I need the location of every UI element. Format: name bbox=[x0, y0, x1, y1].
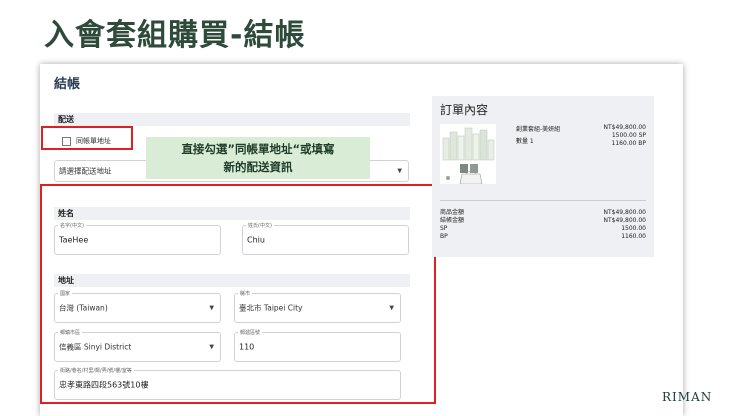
totals-values: NT$49,800.00 NT$49,800.00 1500.00 1160.0… bbox=[603, 209, 646, 241]
total-value: NT$49,800.00 bbox=[603, 209, 646, 216]
product-prices: NT$49,800.00 1500.00 SP 1160.00 BP bbox=[603, 124, 646, 148]
product-sp: 1500.00 SP bbox=[611, 132, 646, 139]
summary-divider bbox=[440, 200, 646, 201]
instruction-callout: 直接勾選”同帳單地址“或填寫 新的配送資訊 bbox=[146, 137, 370, 179]
product-set-image bbox=[440, 124, 496, 184]
product-price: NT$49,800.00 bbox=[603, 124, 646, 131]
page-heading: 結帳 bbox=[54, 77, 81, 92]
total-label: BP bbox=[440, 233, 448, 240]
highlight-form-box bbox=[40, 184, 436, 404]
total-value: NT$49,800.00 bbox=[603, 217, 646, 224]
callout-line-2: 新的配送資訊 bbox=[223, 160, 293, 174]
product-name: 創業套組-美妍組 bbox=[516, 126, 561, 133]
checkout-screen: 結帳 配送 同帳單地址 請選擇配送地址 ▼ 直接勾選”同帳單地址“或填寫 新的配… bbox=[40, 64, 683, 416]
total-value: 1500.00 bbox=[621, 225, 646, 232]
product-quantity: 數量 1 bbox=[516, 138, 534, 145]
callout-line-1: 直接勾選”同帳單地址“或填寫 bbox=[181, 142, 335, 156]
shipping-section-label: 配送 bbox=[58, 115, 74, 124]
order-summary-panel: 訂單內容 創業套組-美妍組 數量 1 NT$49,800.00 1500.00 … bbox=[432, 96, 654, 257]
chevron-down-icon: ▼ bbox=[397, 167, 402, 175]
shipping-address-placeholder: 請選擇配送地址 bbox=[59, 166, 112, 176]
slide-title: 入會套組購買-結帳 bbox=[44, 18, 306, 53]
total-value: 1160.00 bbox=[621, 233, 646, 240]
product-bp: 1160.00 BP bbox=[611, 140, 646, 147]
shipping-section-header: 配送 bbox=[54, 113, 410, 126]
brand-logo: RIMAN bbox=[662, 390, 713, 404]
highlight-checkbox-box bbox=[41, 126, 133, 150]
totals-labels: 商品金額 結帳金額 SP BP bbox=[440, 209, 464, 241]
total-label: 商品金額 bbox=[440, 209, 465, 216]
order-summary-title: 訂單內容 bbox=[440, 103, 489, 117]
total-label: SP bbox=[440, 225, 448, 232]
total-label: 結帳金額 bbox=[440, 217, 465, 224]
